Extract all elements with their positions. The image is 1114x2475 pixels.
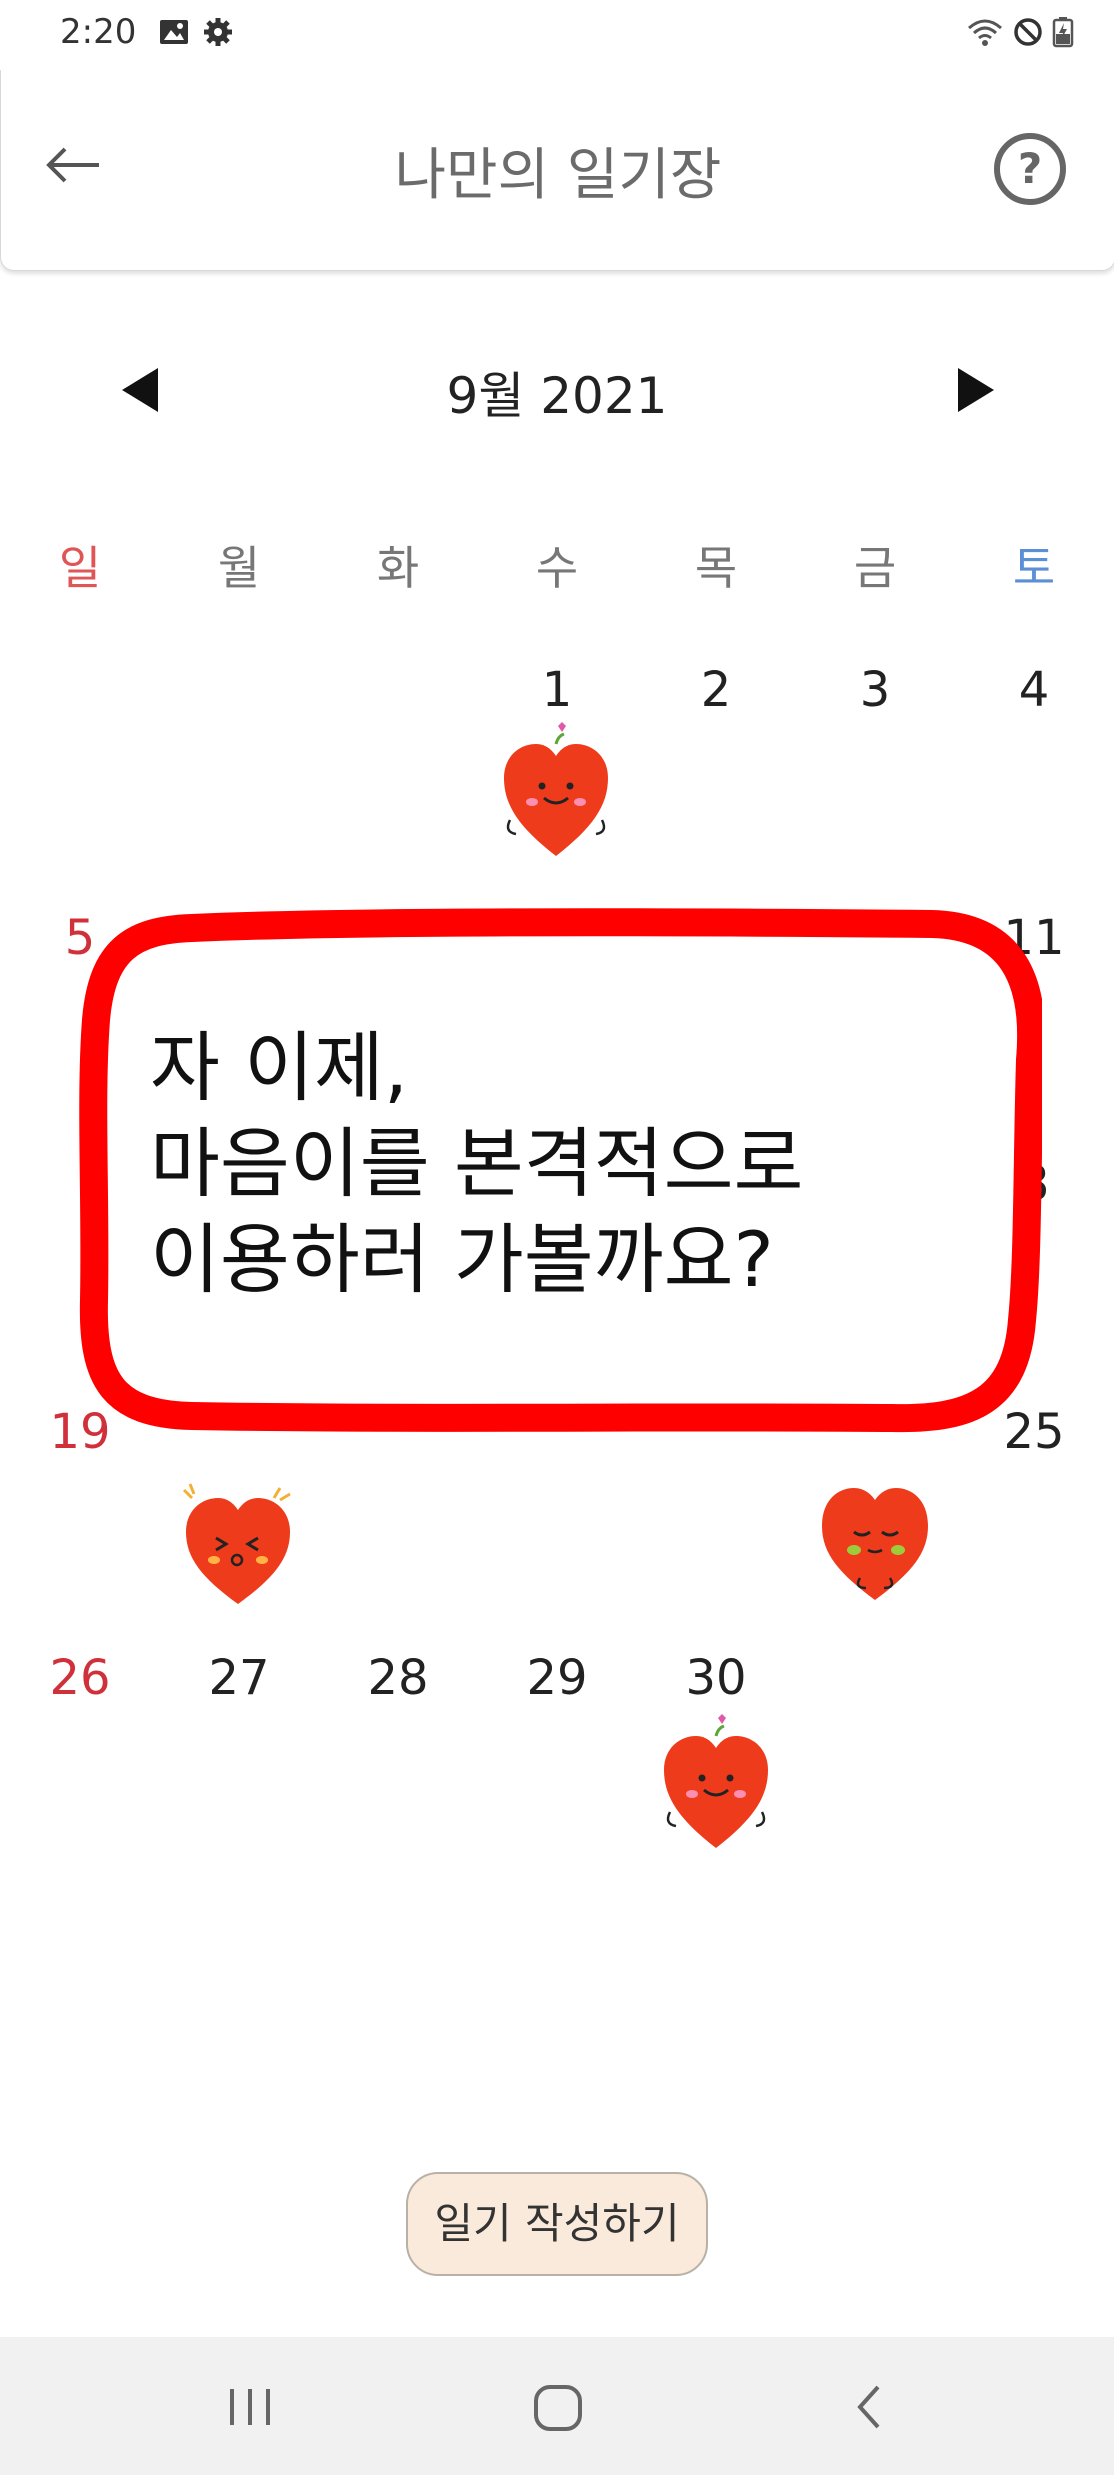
write-diary-button[interactable]: 일기 작성하기 (406, 2172, 708, 2276)
help-button[interactable]: ? (991, 130, 1069, 208)
day-cell[interactable]: 27 (159, 1650, 319, 1706)
weekday-tue: 화 (376, 541, 420, 595)
weekday-wed: 수 (535, 541, 579, 595)
day-cell[interactable]: 4 (954, 662, 1114, 718)
day-cell[interactable]: 29 (477, 1650, 637, 1706)
weekday-header: 일 월 화 수 목 금 토 (0, 532, 1114, 595)
image-icon (160, 20, 188, 44)
day-cell[interactable]: 30 (636, 1650, 796, 1706)
status-time: 2:20 (60, 12, 137, 52)
weekday-mon: 월 (217, 541, 261, 595)
month-label: 9월 2021 (446, 367, 668, 425)
weekday-sat: 토 (1012, 541, 1056, 595)
month-navigation: 9월 2021 (0, 350, 1114, 430)
heart-excited-icon (182, 1483, 291, 1604)
weekday-sun: 일 (58, 541, 102, 595)
dialog-message: 자 이제, 마음이를 본격적으로 이용하러 가볼까요? (150, 1023, 804, 1304)
day-cell[interactable]: 26 (0, 1650, 160, 1706)
day-cell[interactable]: 3 (795, 662, 955, 718)
wifi-icon (968, 19, 1002, 46)
status-bar: 2:20 (0, 0, 1114, 68)
next-month-button[interactable] (954, 366, 998, 414)
help-icon: ? (994, 133, 1066, 205)
system-navigation-bar (0, 2337, 1114, 2475)
weekday-thu: 목 (694, 541, 738, 595)
onboarding-dialog[interactable]: 자 이제, 마음이를 본격적으로 이용하러 가볼까요? (72, 900, 1042, 1445)
gear-icon (204, 18, 232, 46)
page-title: 나만의 일기장 (394, 143, 722, 208)
do-not-disturb-icon (1014, 18, 1042, 46)
app-bar: 나만의 일기장 ? (0, 70, 1114, 271)
weekday-fri: 금 (853, 541, 897, 595)
day-cell[interactable]: 2 (636, 662, 796, 718)
home-icon[interactable] (528, 2379, 588, 2435)
battery-icon (1052, 17, 1074, 48)
heart-happy-icon (504, 722, 608, 856)
back-nav-icon[interactable] (840, 2379, 900, 2435)
svg-text:?: ? (1018, 144, 1042, 193)
recent-apps-icon[interactable] (220, 2379, 280, 2435)
day-cell[interactable]: 28 (318, 1650, 478, 1706)
heart-calm-icon (822, 1488, 928, 1600)
heart-happy-icon (664, 1714, 768, 1848)
day-cell[interactable]: 1 (477, 662, 637, 718)
